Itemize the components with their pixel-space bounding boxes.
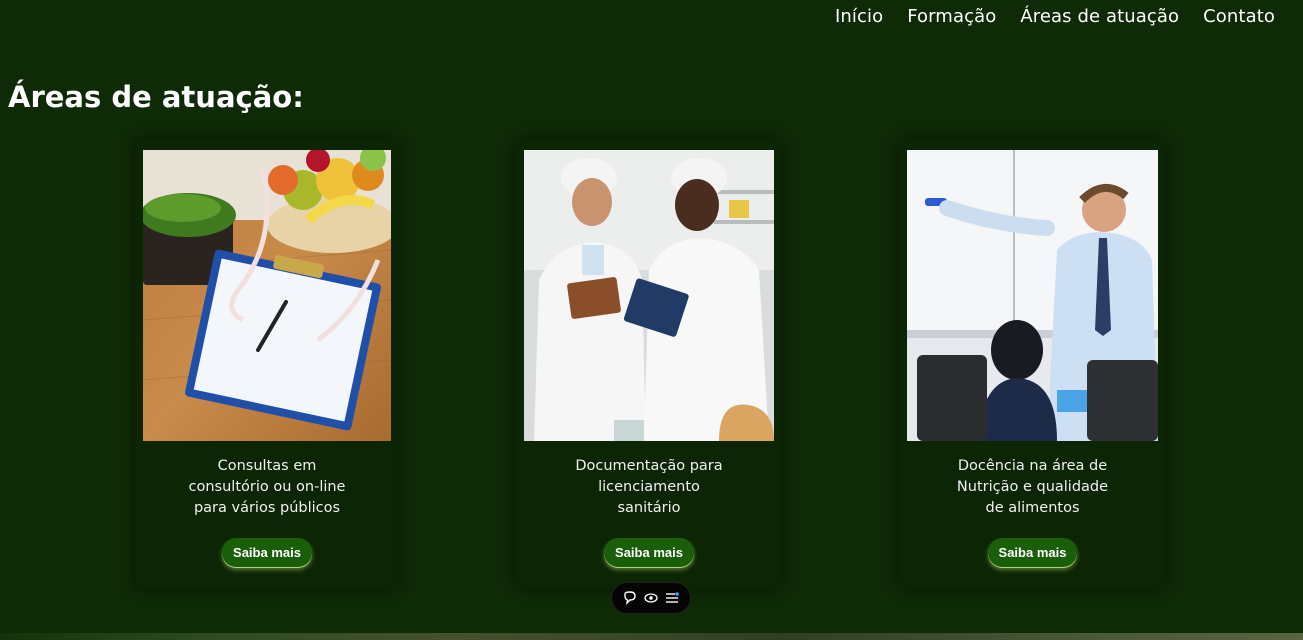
lab-professionals-photo: [524, 150, 774, 441]
service-card-documentacao: Documentação para licenciamento sanitári…: [516, 140, 782, 588]
fruit-bowl-clipboard-photo: [143, 150, 391, 441]
top-nav: Início Formação Áreas de atuação Contato: [835, 6, 1275, 27]
service-card-docencia: Docência na área de Nutrição e qualidade…: [899, 140, 1166, 588]
saiba-mais-button[interactable]: Saiba mais: [604, 538, 694, 567]
saiba-mais-button[interactable]: Saiba mais: [222, 538, 312, 567]
eye-icon[interactable]: [644, 591, 658, 605]
nav-item-contato[interactable]: Contato: [1203, 6, 1275, 27]
card-description: Documentação para licenciamento sanitári…: [575, 458, 723, 516]
list-icon[interactable]: [665, 591, 679, 605]
chat-icon[interactable]: [623, 591, 637, 605]
card-description: Consultas em consultório ou on-line para…: [188, 458, 346, 516]
teacher-whiteboard-photo: [907, 150, 1158, 441]
card-description: Docência na área de Nutrição e qualidade…: [956, 458, 1109, 516]
service-card-consultas: Consultas em consultório ou on-line para…: [135, 140, 399, 588]
floating-toolbar: [611, 582, 691, 614]
saiba-mais-button[interactable]: Saiba mais: [987, 538, 1078, 567]
nav-item-areas[interactable]: Áreas de atuação: [1020, 6, 1179, 27]
nav-item-inicio[interactable]: Início: [835, 6, 883, 27]
section-title: Áreas de atuação:: [8, 80, 304, 114]
footer-image-strip: [0, 633, 1303, 640]
nav-item-formacao[interactable]: Formação: [907, 6, 996, 27]
